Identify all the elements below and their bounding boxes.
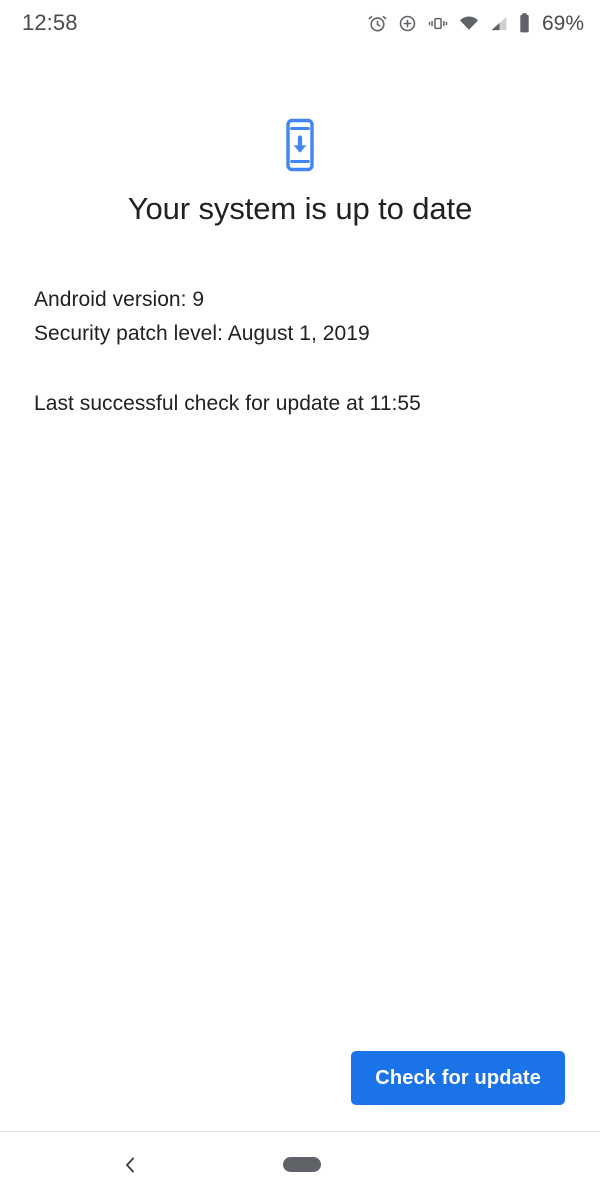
battery-percent-label: 69% — [541, 11, 584, 35]
alarm-icon — [367, 13, 388, 34]
page-title: Your system is up to date — [127, 191, 473, 226]
status-bar: 12:58 69% — [0, 0, 600, 46]
action-bar: Check for update — [0, 1051, 600, 1105]
check-for-update-button[interactable]: Check for update — [351, 1051, 565, 1105]
battery-icon — [518, 12, 531, 34]
do-not-disturb-icon — [397, 13, 418, 34]
nav-back-button[interactable] — [104, 1145, 156, 1189]
android-version-label: Android version: 9 — [34, 288, 205, 311]
status-bar-icons: 69% — [367, 12, 584, 34]
cellular-signal-icon — [489, 13, 509, 34]
chevron-left-icon — [120, 1153, 140, 1182]
last-check-block: Last successful check for update at 11:5… — [34, 387, 574, 421]
last-check-label: Last successful check for update at 11:5… — [34, 392, 421, 415]
wifi-icon — [458, 13, 480, 34]
system-info-block: Android version: 9 Security patch level:… — [34, 283, 574, 351]
vibrate-icon — [427, 13, 449, 34]
status-bar-clock: 12:58 — [22, 10, 78, 35]
nav-home-handle[interactable] — [283, 1157, 321, 1172]
system-update-icon — [280, 118, 320, 177]
system-update-icon-container — [0, 118, 600, 177]
security-patch-label: Security patch level: August 1, 2019 — [34, 322, 370, 345]
